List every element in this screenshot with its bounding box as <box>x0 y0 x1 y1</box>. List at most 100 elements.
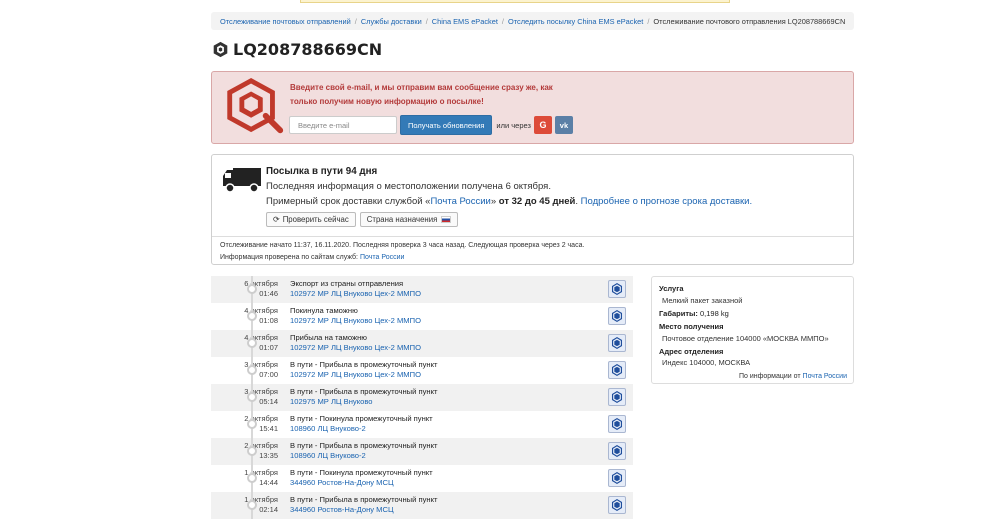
event-status: В пути - Прибыла в промежуточный пункт <box>290 360 438 369</box>
status-actions: ⟳ Проверить сейчас Страна назначения <box>266 212 462 227</box>
estimate-prefix: Примерный срок доставки службой « <box>266 196 431 207</box>
tracking-meta: Отслеживание начато 11:37, 16.11.2020. П… <box>220 240 584 263</box>
service-info: Услуга Мелкий пакет заказной Габариты: 0… <box>651 276 854 384</box>
last-location-info: Последняя информация о местоположении по… <box>266 181 551 192</box>
pickup-link[interactable]: Почтовое отделение 104000 «МОСКВА ММПО» <box>662 334 829 343</box>
timeline-dot-icon <box>247 500 257 510</box>
or-via-label: или через <box>496 120 531 130</box>
timeline-dot-icon <box>247 473 257 483</box>
parcel-search-icon <box>227 78 284 134</box>
dimensions-label: Габариты: <box>659 309 698 318</box>
event-status: Прибыла на таможню <box>290 333 367 342</box>
event-place-link[interactable]: 108960 ЛЦ Внуково-2 <box>290 451 366 460</box>
timeline-event: 2 октября 13:35 В пути - Прибыла в промежу… <box>211 438 633 465</box>
refresh-icon: ⟳ <box>273 215 280 224</box>
timeline-event: 1 октября 14:44 В пути - Покинула промежут… <box>211 465 633 492</box>
subscribe-alert: Введите свой e-mail, и мы отправим вам с… <box>211 71 854 144</box>
timeline-event: 6 октября 01:46 Экспорт из страны отправле… <box>211 276 633 303</box>
breadcrumb-tracking[interactable]: Отслеживание почтовых отправлений <box>220 17 351 26</box>
dimensions-row: Габариты: 0,198 kg <box>659 309 729 318</box>
check-now-label: Проверить сейчас <box>282 215 349 224</box>
russian-post-icon <box>608 496 626 514</box>
page-title: LQ208788669CN <box>212 40 382 59</box>
event-description: Прибыла на таможню 102972 МР ЛЦ Внуково Ц… <box>290 333 421 353</box>
timeline-event: 2 октября 15:41 В пути - Покинула промежут… <box>211 411 633 438</box>
russian-post-icon <box>608 442 626 460</box>
subscribe-button[interactable]: Получать обновления <box>400 115 493 135</box>
event-place-link[interactable]: 102972 МР ЛЦ Внуково Цех-2 ММПО <box>290 343 421 352</box>
timeline-dot-icon <box>247 392 257 402</box>
timeline-event: 4 октября 01:07 Прибыла на таможню 102972 М… <box>211 330 633 357</box>
timeline-event: 3 октября 07:00 В пути - Прибыла в промежу… <box>211 357 633 384</box>
event-description: В пути - Прибыла в промежуточный пункт 34… <box>290 495 437 515</box>
breadcrumb-separator: / <box>647 16 650 26</box>
breadcrumb-track-ems[interactable]: Отследить посылку China EMS ePacket <box>508 17 643 26</box>
tracking-timeline: 6 октября 01:46 Экспорт из страны отправле… <box>211 276 633 519</box>
event-place-link[interactable]: 102972 МР ЛЦ Внуково Цех-2 ММПО <box>290 289 421 298</box>
breadcrumb-services[interactable]: Службы доставки <box>361 17 422 26</box>
service-value: Мелкий пакет заказной <box>662 296 743 305</box>
breadcrumb-separator: / <box>501 16 504 26</box>
google-login-button[interactable]: G <box>533 116 552 134</box>
forecast-link[interactable]: Подробнее о прогнозе срока доставки. <box>581 196 752 207</box>
russian-post-icon <box>608 280 626 298</box>
event-status: Экспорт из страны отправления <box>290 279 404 288</box>
timeline-dot-icon <box>247 311 257 321</box>
estimate-range: от 32 до 45 дней <box>498 196 576 207</box>
event-place-link[interactable]: 108960 ЛЦ Внуково-2 <box>290 424 366 433</box>
event-description: В пути - Прибыла в промежуточный пункт 10… <box>290 387 437 407</box>
timeline-dot-icon <box>247 365 257 375</box>
event-description: В пути - Покинула промежуточный пункт 344… <box>290 468 433 488</box>
estimate-suffix: » <box>490 196 499 207</box>
package-icon <box>213 41 228 58</box>
destination-label: Страна назначения <box>366 215 438 224</box>
meta-source-prefix: Информация проверена по сайтам служб: <box>220 253 358 261</box>
event-place-link[interactable]: 344960 Ростов-На-Дону МСЦ <box>290 478 394 487</box>
event-description: В пути - Покинула промежуточный пункт 108… <box>290 414 433 434</box>
source-service-link[interactable]: Почта России <box>803 373 847 380</box>
event-place-link[interactable]: 344960 Ростов-На-Дону МСЦ <box>290 505 394 514</box>
tracking-meta-line2: Информация проверена по сайтам служб: По… <box>220 252 584 264</box>
event-status: Покинула таможню <box>290 306 358 315</box>
breadcrumb-separator: / <box>425 16 428 26</box>
email-input[interactable] <box>289 116 397 134</box>
event-description: В пути - Прибыла в промежуточный пункт 10… <box>290 441 437 461</box>
event-place-link[interactable]: 102972 МР ЛЦ Внуково Цех-2 ММПО <box>290 370 421 379</box>
event-description: Экспорт из страны отправления 102972 МР Л… <box>290 279 421 299</box>
breadcrumb-ems[interactable]: China EMS ePacket <box>432 17 498 26</box>
russian-post-icon <box>608 334 626 352</box>
event-status: В пути - Прибыла в промежуточный пункт <box>290 495 438 504</box>
vk-login-button[interactable]: vk <box>554 116 573 134</box>
tracking-number: LQ208788669CN <box>233 40 383 59</box>
divider <box>212 236 853 237</box>
event-description: Покинула таможню 102972 МР ЛЦ Внуково Цех… <box>290 306 421 326</box>
top-notice-strip <box>300 0 730 3</box>
timeline-dot-icon <box>247 338 257 348</box>
timeline-dot-icon <box>247 446 257 456</box>
dimensions-value: 0,198 kg <box>700 309 729 318</box>
event-status: В пути - Прибыла в промежуточный пункт <box>290 441 438 450</box>
shipment-status: Посылка в пути 94 дня Последняя информац… <box>211 154 854 265</box>
address-link[interactable]: Индекс 104000, МОСКВА <box>662 358 750 367</box>
truck-icon <box>223 168 261 193</box>
meta-service-link[interactable]: Почта России <box>360 254 404 261</box>
russian-post-icon <box>608 361 626 379</box>
timeline-dot-icon <box>247 419 257 429</box>
russian-post-icon <box>608 415 626 433</box>
estimate-service-link[interactable]: Почта России <box>430 196 490 207</box>
russia-flag-icon <box>441 216 452 223</box>
event-place-link[interactable]: 102975 МР ЛЦ Внуково <box>290 397 373 406</box>
info-source: По информации от Почта России <box>739 373 847 380</box>
event-place-link[interactable]: 102972 МР ЛЦ Внуково Цех-2 ММПО <box>290 316 421 325</box>
check-now-button[interactable]: ⟳ Проверить сейчас <box>266 212 356 227</box>
source-prefix: По информации от <box>738 373 801 380</box>
timeline-dot-icon <box>247 284 257 294</box>
event-status: В пути - Покинула промежуточный пункт <box>290 468 433 477</box>
russian-post-icon <box>608 307 626 325</box>
event-status: В пути - Прибыла в промежуточный пункт <box>290 387 438 396</box>
russian-post-icon <box>608 388 626 406</box>
breadcrumb-separator: / <box>354 16 357 26</box>
destination-country-button[interactable]: Страна назначения <box>359 212 459 227</box>
russian-post-icon <box>608 469 626 487</box>
timeline-event: 1 октября 02:14 В пути - Прибыла в промежу… <box>211 492 633 519</box>
